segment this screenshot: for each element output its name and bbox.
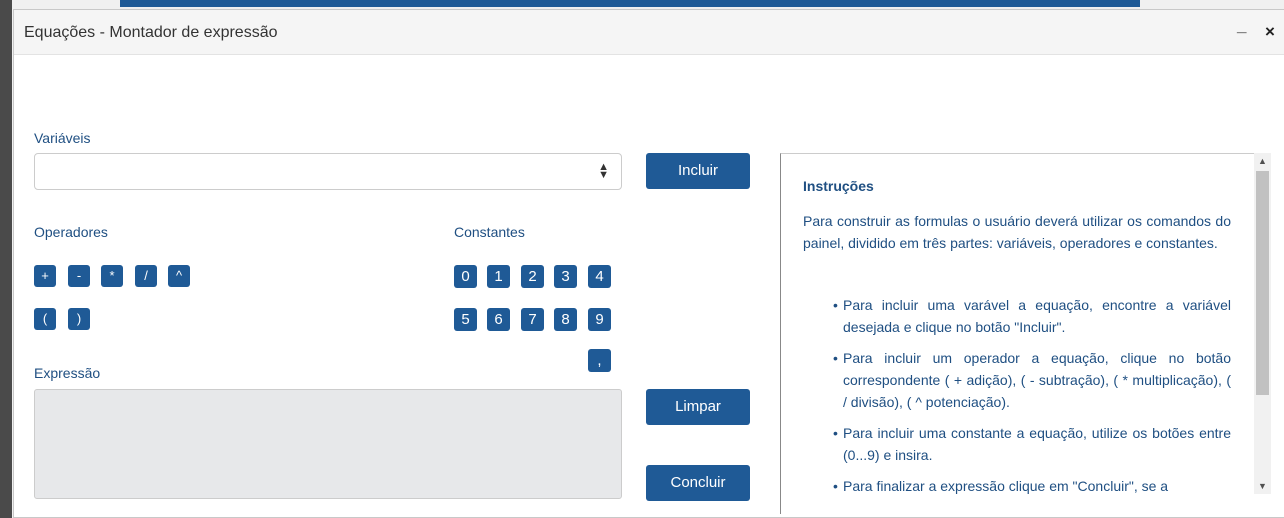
clear-button[interactable]: Limpar xyxy=(646,389,750,425)
constant-7-button[interactable]: 7 xyxy=(521,308,544,331)
dialog-title: Equações - Montador de expressão xyxy=(24,24,278,41)
operator-power-button[interactable]: ^ xyxy=(168,265,190,287)
operator-plus-button[interactable]: + xyxy=(34,265,56,287)
expression-label: Expressão xyxy=(34,365,101,381)
scrollbar-thumb[interactable] xyxy=(1256,171,1269,395)
select-updown-icon: ▲ ▼ xyxy=(598,161,609,181)
operators-label: Operadores xyxy=(34,224,108,240)
dialog-titlebar: Equações - Montador de expressão _ × xyxy=(14,10,1284,55)
instructions-title: Instruções xyxy=(803,178,874,194)
instructions-intro: Para construir as formulas o usuário dev… xyxy=(803,213,1231,251)
constant-3-button[interactable]: 3 xyxy=(554,265,577,288)
close-button[interactable]: × xyxy=(1265,22,1275,42)
constant-5-button[interactable]: 5 xyxy=(454,308,477,331)
variables-select[interactable]: ▲ ▼ xyxy=(34,153,622,190)
operator-divide-button[interactable]: / xyxy=(135,265,157,287)
constant-2-button[interactable]: 2 xyxy=(521,265,544,288)
operator-open-paren-button[interactable]: ( xyxy=(34,308,56,330)
background-header-bar xyxy=(120,0,1140,7)
instructions-scrollbar[interactable]: ▲ ▼ xyxy=(1254,153,1271,494)
instruction-item: Para finalizar a expressão clique em "Co… xyxy=(833,475,1231,497)
instructions-panel: Instruções Para construir as formulas o … xyxy=(780,153,1255,514)
instructions-list: Para incluir uma varável a equação, enco… xyxy=(803,294,1231,506)
instruction-item: Para incluir uma constante a equação, ut… xyxy=(833,422,1231,466)
constant-6-button[interactable]: 6 xyxy=(487,308,510,331)
background-left-column xyxy=(0,0,12,518)
constant-0-button[interactable]: 0 xyxy=(454,265,477,288)
finish-button[interactable]: Concluir xyxy=(646,465,750,501)
expression-builder-dialog: Equações - Montador de expressão _ × Var… xyxy=(13,9,1284,518)
minimize-button[interactable]: _ xyxy=(1237,16,1246,36)
constant-9-button[interactable]: 9 xyxy=(588,308,611,331)
scroll-down-arrow-icon[interactable]: ▼ xyxy=(1254,478,1271,494)
constant-8-button[interactable]: 8 xyxy=(554,308,577,331)
variables-label: Variáveis xyxy=(34,130,91,146)
operator-minus-button[interactable]: - xyxy=(68,265,90,287)
operator-multiply-button[interactable]: * xyxy=(101,265,123,287)
instruction-item: Para incluir um operador a equação, cliq… xyxy=(833,347,1231,413)
constant-4-button[interactable]: 4 xyxy=(588,265,611,288)
constant-1-button[interactable]: 1 xyxy=(487,265,510,288)
constant-comma-button[interactable]: , xyxy=(588,349,611,372)
instruction-item: Para incluir uma varável a equação, enco… xyxy=(833,294,1231,338)
operator-close-paren-button[interactable]: ) xyxy=(68,308,90,330)
include-button[interactable]: Incluir xyxy=(646,153,750,189)
scroll-up-arrow-icon[interactable]: ▲ xyxy=(1254,153,1271,169)
constants-label: Constantes xyxy=(454,224,525,240)
expression-field[interactable] xyxy=(34,389,622,499)
